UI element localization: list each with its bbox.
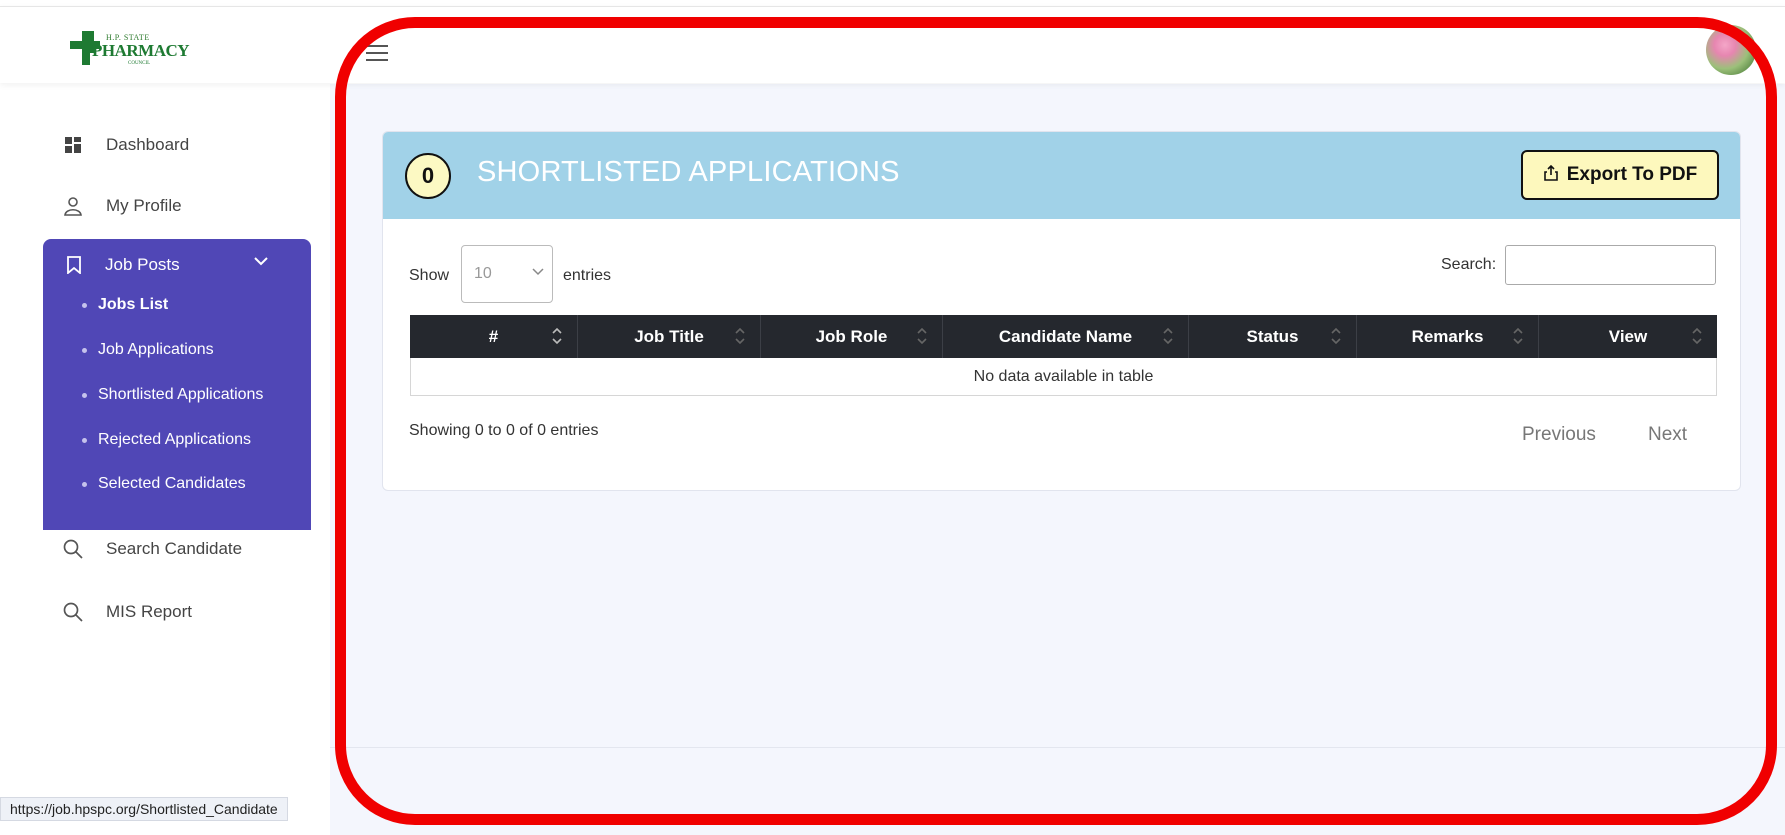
sort-icon (551, 325, 563, 348)
column-header-job-title[interactable]: Job Title (578, 315, 761, 358)
table-empty-row: No data available in table (410, 358, 1717, 396)
column-header-status[interactable]: Status (1189, 315, 1357, 358)
sidebar-item-label: My Profile (106, 196, 182, 215)
sidebar-item-label: Dashboard (106, 135, 190, 154)
sidebar-item-label: Job Posts (105, 255, 180, 274)
chevron-down-icon[interactable] (253, 253, 269, 269)
previous-page-button[interactable]: Previous (1522, 424, 1596, 446)
column-header-label: Candidate Name (998, 326, 1133, 346)
sidebar-item-search-candidate[interactable]: Search Candidate (62, 534, 242, 564)
logo-council: COUNCIL (128, 61, 151, 66)
sidebar-item-label: Search Candidate (106, 539, 243, 558)
pharmacy-council-logo[interactable]: H.P. STATE PHARMACY COUNCIL (70, 27, 190, 77)
page-title: SHORTLISTED APPLICATIONS (477, 156, 900, 188)
entries-per-page-select[interactable]: 10 (461, 245, 553, 303)
sidebar-subitem-label: Rejected Applications (98, 431, 251, 448)
entries-value: 10 (474, 265, 492, 282)
pagination-info: Showing 0 to 0 of 0 entries (409, 422, 599, 439)
dashboard-icon (62, 134, 84, 156)
column-header-view[interactable]: View (1539, 315, 1717, 358)
export-to-pdf-button[interactable]: Export To PDF (1521, 150, 1719, 200)
hamburger-menu-icon[interactable] (366, 45, 388, 61)
column-header-label: Remarks (1411, 326, 1484, 346)
export-label: Export To PDF (1566, 164, 1698, 185)
bullet-icon (82, 481, 87, 487)
status-bar-url: https://job.hpspc.org/Shortlisted_Candid… (0, 797, 288, 821)
show-label: Show (409, 267, 450, 284)
sort-icon (1330, 325, 1342, 348)
sidebar-subitem-label: Job Applications (98, 341, 214, 358)
column-header-label: # (488, 326, 499, 346)
column-header-label: Status (1246, 326, 1299, 346)
user-icon (62, 195, 84, 217)
footer-divider (330, 747, 1785, 748)
bullet-icon (82, 392, 87, 398)
sidebar-subitem-jobs-list[interactable]: Jobs List (82, 293, 169, 317)
entries-label: entries (563, 267, 612, 284)
sort-icon (1691, 325, 1703, 348)
search-label: Search: (1441, 256, 1497, 273)
export-icon (1543, 164, 1559, 186)
sort-icon (734, 325, 746, 348)
sidebar-item-label: MIS Report (106, 602, 192, 621)
column-header-label: View (1608, 326, 1648, 346)
sort-icon (1162, 325, 1174, 348)
applications-table: # Job Title Job Role Candidate Name Stat… (410, 315, 1717, 396)
sidebar-subitem-rejected-applications[interactable]: Rejected Applications (82, 428, 251, 452)
search-icon (62, 538, 84, 560)
card-header: 0 SHORTLISTED APPLICATIONS Export To PDF (383, 132, 1740, 219)
chevron-down-icon (532, 264, 544, 279)
search-icon (62, 601, 84, 623)
count-badge: 0 (405, 153, 451, 199)
search-input[interactable] (1505, 245, 1716, 285)
sidebar-subitem-label: Shortlisted Applications (98, 386, 264, 403)
sidebar-subitem-label: Jobs List (98, 296, 169, 313)
sidebar-item-job-posts[interactable]: Job Posts (63, 254, 180, 276)
user-avatar[interactable] (1706, 25, 1756, 75)
sidebar-item-my-profile[interactable]: My Profile (62, 191, 182, 221)
sort-icon (916, 325, 928, 348)
sidebar-subitem-label: Selected Candidates (98, 475, 246, 492)
sidebar-subitem-shortlisted-applications[interactable]: Shortlisted Applications (82, 383, 264, 407)
job-posts-menu: Job Posts Jobs List Job Applications Sho… (43, 239, 311, 530)
shortlisted-applications-card: 0 SHORTLISTED APPLICATIONS Export To PDF… (382, 131, 1741, 491)
logo-title: PHARMACY (92, 41, 190, 60)
sidebar-subitem-job-applications[interactable]: Job Applications (82, 338, 214, 362)
empty-message: No data available in table (973, 367, 1154, 385)
bullet-icon (82, 302, 87, 308)
column-header-label: Job Role (815, 326, 888, 346)
column-header-candidate-name[interactable]: Candidate Name (943, 315, 1189, 358)
bookmark-icon (63, 254, 85, 276)
bullet-icon (82, 347, 87, 353)
table-header: # Job Title Job Role Candidate Name Stat… (410, 315, 1717, 358)
column-header-job-role[interactable]: Job Role (761, 315, 943, 358)
column-header-remarks[interactable]: Remarks (1357, 315, 1539, 358)
bullet-icon (82, 437, 87, 443)
sidebar-subitem-selected-candidates[interactable]: Selected Candidates (82, 472, 246, 496)
column-header-index[interactable]: # (410, 315, 578, 358)
next-page-button[interactable]: Next (1648, 424, 1687, 446)
top-bar: H.P. STATE PHARMACY COUNCIL (0, 6, 1785, 83)
sidebar-item-dashboard[interactable]: Dashboard (62, 130, 189, 160)
sidebar-item-mis-report[interactable]: MIS Report (62, 597, 192, 627)
sort-icon (1512, 325, 1524, 348)
column-header-label: Job Title (634, 326, 704, 346)
